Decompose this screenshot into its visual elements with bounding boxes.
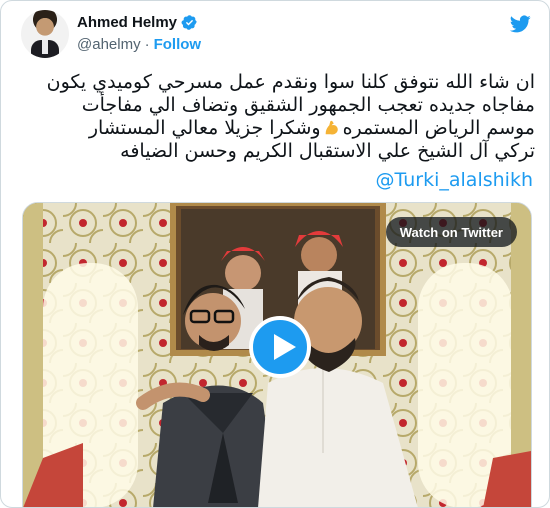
separator-dot: · bbox=[144, 36, 150, 53]
tweet-text: ان شاء الله نتوفق كلنا سوا ونقدم عمل مسر… bbox=[25, 71, 535, 163]
tweet-line: مفاجاه جديده تعجب الجمهور الشقيق وتضاف ا… bbox=[81, 94, 535, 116]
tweet-line-part: موسم الرياض المستمره bbox=[342, 117, 535, 139]
twitter-bird-icon[interactable] bbox=[509, 13, 531, 35]
watch-on-twitter-button[interactable]: Watch on Twitter bbox=[385, 217, 517, 247]
author-handle[interactable]: @ahelmy bbox=[77, 36, 141, 53]
tweet-line: تركي آل الشيخ علي الاستقبال الكريم وحسن … bbox=[120, 140, 535, 162]
tweet-card: Ahmed Helmy @ahelmy · Follow ان شاء الله… bbox=[0, 0, 550, 508]
video-thumbnail[interactable]: Watch on Twitter bbox=[22, 202, 532, 507]
mention-link[interactable]: @Turki_alalshikh bbox=[376, 169, 533, 191]
verified-badge-icon bbox=[181, 15, 197, 30]
avatar-shirt bbox=[42, 40, 48, 54]
play-icon[interactable] bbox=[249, 316, 311, 378]
tweet-line: ان شاء الله نتوفق كلنا سوا ونقدم عمل مسر… bbox=[46, 71, 535, 93]
author-name-row: Ahmed Helmy bbox=[77, 14, 198, 31]
tweet-line: موسم الرياض المستمره وشكرا جزيلا معالي ال… bbox=[25, 117, 535, 140]
author-avatar[interactable] bbox=[21, 10, 69, 58]
flexed-biceps-icon bbox=[325, 120, 338, 135]
follow-button[interactable]: Follow bbox=[154, 36, 202, 53]
tweet-line-part: وشكرا جزيلا معالي المستشار bbox=[88, 117, 321, 139]
author-name[interactable]: Ahmed Helmy bbox=[77, 14, 177, 31]
author-handle-row: @ahelmy · Follow bbox=[77, 36, 201, 53]
